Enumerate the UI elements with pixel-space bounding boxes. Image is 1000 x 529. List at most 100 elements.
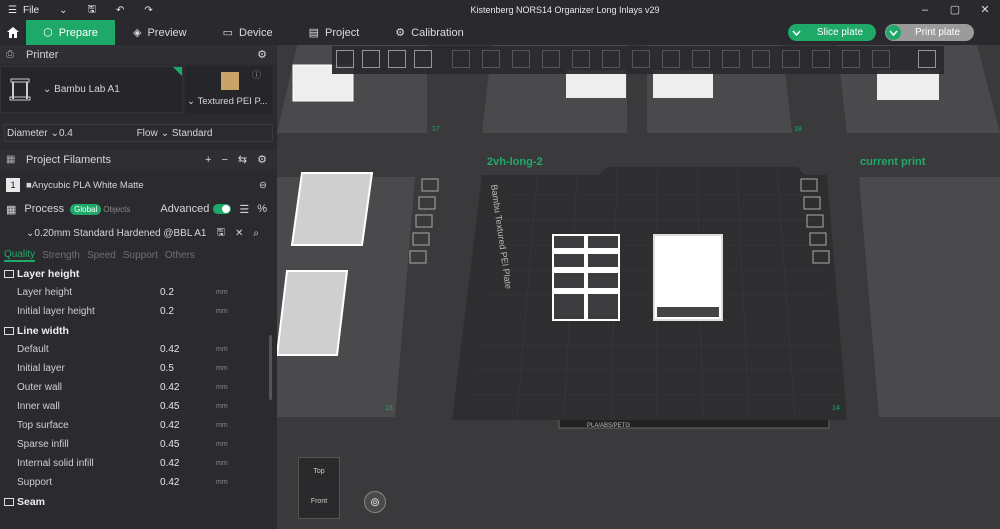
orient-icon[interactable] [388, 50, 406, 68]
view-cube-front[interactable]: Front [299, 498, 339, 505]
measure-icon[interactable] [722, 50, 740, 68]
plate-number: 14 [832, 405, 840, 412]
setting-value[interactable]: 0.42 [160, 477, 216, 488]
view-options-icon[interactable] [918, 50, 936, 68]
printer-section-header: ⎙ Printer ⚙ [0, 45, 277, 64]
save-icon[interactable]: 🖫 [87, 2, 96, 19]
chevron-down-icon[interactable]: ⌄ [59, 5, 67, 16]
setting-value[interactable]: 0.2 [160, 287, 216, 298]
gear-icon[interactable]: ⚙ [257, 48, 267, 61]
group-layer-height: Layer height [0, 264, 277, 283]
model-object[interactable] [566, 70, 626, 98]
subtab-support[interactable]: Support [123, 250, 158, 261]
setting-value[interactable]: 0.42 [160, 382, 216, 393]
sidebar-scrollbar[interactable] [269, 335, 272, 400]
percent-icon[interactable]: % [257, 203, 267, 215]
search-icon[interactable]: ⌕ [253, 228, 259, 239]
view-cube-top[interactable]: Top [299, 468, 339, 475]
hamburger-icon[interactable]: ☰ [8, 5, 17, 16]
model-object[interactable] [877, 70, 939, 100]
connected-indicator [173, 67, 182, 76]
subtab-strength[interactable]: Strength [42, 250, 80, 261]
diameter-select[interactable]: ⌄0.4 [51, 128, 131, 139]
save-icon[interactable]: 🖫 [217, 225, 226, 242]
process-preset[interactable]: ⌄ 0.20mm Standard Hardened @BBL A1 🖫 ✕ ⌕ [0, 222, 277, 244]
home-button[interactable] [0, 20, 26, 45]
close-button[interactable]: ✕ [970, 0, 1000, 20]
arrange-grid-icon[interactable] [362, 50, 380, 68]
3d-viewport[interactable]: PLA/ABS/PETG Bambu Textured PEI Plate 2v… [277, 45, 1000, 529]
variable-layer-icon[interactable] [812, 50, 830, 68]
advanced-toggle[interactable] [213, 204, 232, 214]
object-slot [657, 307, 719, 317]
chevron-down-icon[interactable] [789, 25, 804, 40]
color-paint-icon[interactable] [782, 50, 800, 68]
tab-device[interactable]: ▭ Device [205, 20, 291, 45]
move-icon[interactable] [452, 50, 470, 68]
slice-plate-button[interactable]: Slice plate [788, 24, 876, 41]
minimize-button[interactable]: – [910, 0, 940, 20]
tab-calibration[interactable]: ⚙ Calibration [377, 20, 481, 45]
title-bar: ☰ File ⌄ 🖫 ↶ ↷ Kistenberg NORS14 Organiz… [0, 0, 1000, 20]
subtab-speed[interactable]: Speed [87, 250, 116, 261]
printer-name: ⌄ Bambu Lab A1 [43, 84, 120, 95]
file-menu[interactable]: File [23, 5, 39, 16]
info-icon[interactable]: ⓘ [252, 68, 261, 81]
seam-paint-icon[interactable] [632, 50, 650, 68]
view-cube[interactable]: Top Front [298, 457, 340, 519]
model-object[interactable] [653, 70, 713, 98]
setting-value[interactable]: 0.42 [160, 344, 216, 355]
support-paint-icon[interactable] [602, 50, 620, 68]
redo-icon[interactable]: ↷ [144, 5, 152, 16]
maximize-button[interactable]: ▢ [940, 0, 970, 20]
sync-icon[interactable]: ⇆ [238, 153, 247, 166]
objects-toggle[interactable]: Objects [103, 205, 130, 214]
list-icon[interactable]: ☰ [239, 203, 249, 216]
project-icon: ▤ [308, 27, 320, 39]
nozzle-settings: Diameter ⌄0.4 Flow ⌄ Standard [4, 124, 273, 142]
setting-value[interactable]: 0.45 [160, 401, 216, 412]
print-plate-button[interactable]: Print plate [885, 24, 974, 41]
setting-row: Top surface 0.42 mm [17, 420, 228, 431]
tab-preview[interactable]: ◈ Preview [115, 20, 205, 45]
setting-value[interactable]: 0.5 [160, 363, 216, 374]
cut-icon[interactable] [572, 50, 590, 68]
mesh-boolean-icon[interactable] [662, 50, 680, 68]
flow-select[interactable]: ⌄ Standard [161, 128, 213, 139]
lay-on-face-icon[interactable] [542, 50, 560, 68]
hollow-icon[interactable] [872, 50, 890, 68]
setting-value[interactable]: 0.2 [160, 306, 216, 317]
orientation-gizmo-icon[interactable]: ⊚ [364, 491, 386, 513]
tab-project[interactable]: ▤ Project [291, 20, 378, 45]
add-object-icon[interactable] [336, 50, 354, 68]
add-icon[interactable]: + [205, 154, 211, 166]
scale-icon[interactable] [512, 50, 530, 68]
split-icon[interactable] [414, 50, 432, 68]
brim-ears-icon[interactable] [842, 50, 860, 68]
assembly-icon[interactable] [752, 50, 770, 68]
more-icon[interactable]: ⊖ [259, 180, 267, 191]
model-object[interactable] [290, 172, 374, 246]
setting-row: Default 0.42 mm [17, 344, 228, 355]
setting-value[interactable]: 0.42 [160, 420, 216, 431]
filament-item[interactable]: 1 ■Anycubic PLA White Matte ⊖ [0, 175, 277, 195]
plate-number: 13 [385, 405, 393, 412]
model-object[interactable] [277, 270, 349, 356]
setting-row: Initial layer height 0.2 mm [17, 306, 228, 317]
printer-selector[interactable]: ⌄ Bambu Lab A1 [0, 66, 183, 113]
close-icon[interactable]: ✕ [235, 228, 243, 239]
chevron-down-icon[interactable] [886, 25, 901, 40]
subtab-quality[interactable]: Quality [4, 249, 36, 262]
tab-prepare[interactable]: ⬡ Prepare [26, 20, 115, 45]
remove-icon[interactable]: − [221, 154, 227, 166]
print-bed[interactable] [452, 167, 847, 420]
global-toggle[interactable]: Global [70, 203, 102, 215]
rotate-icon[interactable] [482, 50, 500, 68]
plate-selector[interactable]: ⓘ ⌄ Textured PEI P... [185, 66, 272, 113]
text-emboss-icon[interactable] [692, 50, 710, 68]
setting-value[interactable]: 0.45 [160, 439, 216, 450]
subtab-others[interactable]: Others [165, 250, 195, 261]
undo-icon[interactable]: ↶ [116, 5, 124, 16]
setting-value[interactable]: 0.42 [160, 458, 216, 469]
gear-icon[interactable]: ⚙ [257, 153, 267, 166]
